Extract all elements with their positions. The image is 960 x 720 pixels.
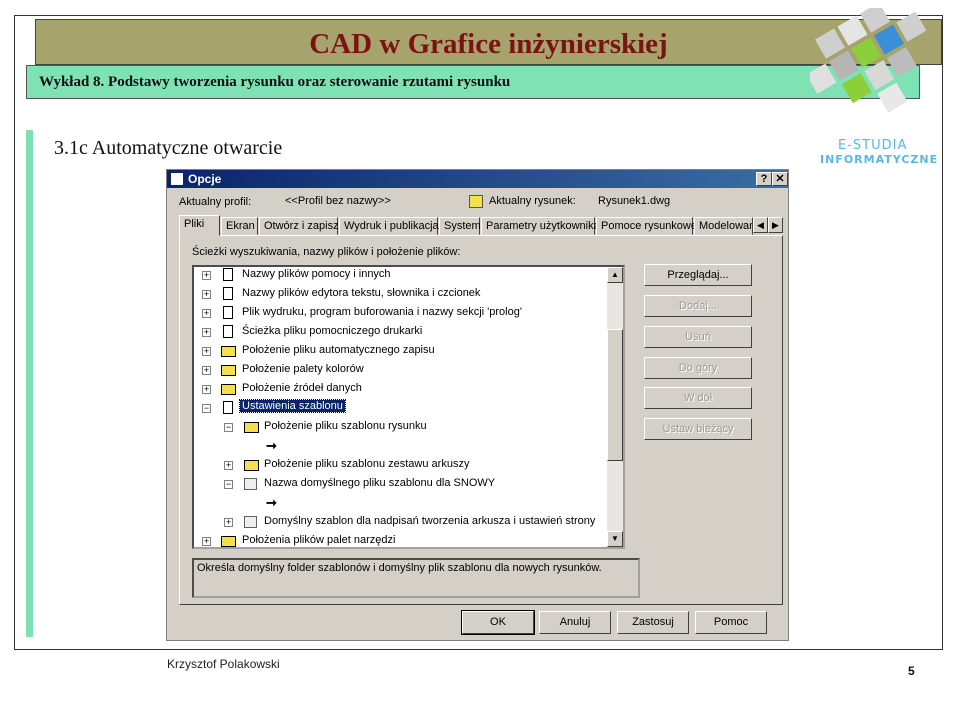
folder-icon	[221, 536, 236, 547]
tree-item-label: Ścieżka pliku pomocniczego drukarki	[242, 325, 423, 337]
expand-icon[interactable]: +	[202, 366, 211, 375]
tree-item-label: Położenie pliku szablonu rysunku	[264, 420, 427, 432]
arrow-right-icon: ➞	[266, 438, 277, 453]
dialog-titlebar: Opcje ? ✕	[167, 170, 788, 188]
dialog-help-button[interactable]: Pomoc	[695, 611, 767, 634]
expand-icon[interactable]: +	[202, 328, 211, 337]
tab-ekran[interactable]: Ekran	[221, 217, 258, 235]
description-box: Określa domyślny folder szablonów i domy…	[192, 558, 640, 598]
ok-button[interactable]: OK	[461, 610, 535, 635]
drawing-label: Aktualny rysunek:	[489, 195, 576, 207]
close-button[interactable]: ✕	[772, 172, 788, 186]
tab-pomoce[interactable]: Pomoce rysunkowe	[596, 217, 697, 235]
options-dialog: Opcje ? ✕ Aktualny profil: <<Profil bez …	[166, 169, 789, 641]
tab-modelowanie[interactable]: Modelowan	[694, 217, 753, 235]
expand-icon[interactable]: +	[202, 347, 211, 356]
tab-wydruk[interactable]: Wydruk i publikacja	[339, 217, 439, 235]
template-settings-icon	[223, 401, 233, 414]
dialog-title: Opcje	[188, 172, 222, 186]
title-banner: CAD w Grafice inżynierskiej	[35, 19, 942, 65]
tab-system[interactable]: System	[439, 217, 481, 235]
tree-item-label: Położenia plików palet narzędzi	[242, 534, 396, 546]
dwt-file-icon	[244, 516, 257, 528]
tree-item-label: Nazwa domyślnego pliku szablonu dla SNOW…	[264, 477, 496, 489]
paths-label: Ścieżki wyszukiwania, nazwy plików i poł…	[192, 246, 461, 258]
expand-icon[interactable]: +	[202, 271, 211, 280]
remove-button[interactable]: Usuń	[644, 326, 752, 348]
drawing-value: Rysunek1.dwg	[598, 195, 671, 207]
tab-panel-pliki: Ścieżki wyszukiwania, nazwy plików i poł…	[179, 235, 783, 605]
tree-item-label: Nazwy plików pomocy i innych	[242, 268, 391, 280]
collapse-icon[interactable]: −	[202, 404, 211, 413]
left-accent-strip	[26, 130, 33, 637]
tree-item-label: Plik wydruku, program buforowania i nazw…	[242, 306, 522, 318]
add-button[interactable]: Dodaj...	[644, 295, 752, 317]
scroll-down-icon[interactable]: ▼	[607, 531, 623, 547]
paths-tree[interactable]: + Nazwy plików pomocy i innych + Nazwy p…	[192, 265, 625, 549]
file-icon	[223, 268, 233, 281]
collapse-icon[interactable]: −	[224, 423, 233, 432]
file-icon	[223, 287, 233, 300]
tab-pliki[interactable]: Pliki	[179, 215, 220, 236]
tree-item-label: Położenie palety kolorów	[242, 363, 364, 375]
arrow-right-icon: ➞	[266, 495, 277, 510]
app-icon	[170, 172, 184, 186]
tree-item-label: Domyślny szablon dla nadpisań tworzenia …	[264, 515, 596, 527]
slide-title: CAD w Grafice inżynierskiej	[309, 28, 668, 60]
help-button[interactable]: ?	[756, 172, 772, 186]
dwt-file-icon	[244, 478, 257, 490]
scroll-up-icon[interactable]: ▲	[607, 267, 623, 283]
slide-subtitle: Wykład 8. Podstawy tworzenia rysunku ora…	[39, 74, 511, 90]
scroll-thumb[interactable]	[607, 329, 623, 461]
browse-button[interactable]: Przeglądaj...	[644, 264, 752, 286]
file-icon	[223, 306, 233, 319]
tree-item-label: Położenie pliku szablonu zestawu arkuszy	[264, 458, 470, 470]
e-studia-logo	[810, 8, 927, 113]
tab-otworz-i-zapisz[interactable]: Otwórz i zapisz	[259, 217, 339, 235]
file-icon	[223, 325, 233, 338]
collapse-icon[interactable]: −	[224, 480, 233, 489]
tree-item-label: Nazwy plików edytora tekstu, słownika i …	[242, 287, 481, 299]
tab-scroll-left-icon[interactable]: ◀	[753, 217, 768, 233]
tree-item-label: Położenie pliku automatycznego zapisu	[242, 344, 435, 356]
tab-strip: Pliki Ekran Otwórz i zapisz Wydruk i pub…	[179, 215, 783, 236]
folder-icon	[244, 460, 259, 471]
drawing-icon	[469, 195, 483, 208]
move-up-button[interactable]: Do góry	[644, 357, 752, 379]
logo-text-bottom: INFORMATYCZNE	[820, 153, 939, 166]
expand-icon[interactable]: +	[202, 537, 211, 546]
expand-icon[interactable]: +	[224, 518, 233, 527]
expand-icon[interactable]: +	[224, 461, 233, 470]
footer-author: Krzysztof Polakowski	[167, 657, 280, 671]
tree-item-label: Położenie źródeł danych	[242, 382, 362, 394]
tree-item-label: Ustawienia szablonu	[239, 399, 346, 413]
folder-icon	[221, 384, 236, 395]
tab-scroll-right-icon[interactable]: ▶	[768, 217, 783, 233]
expand-icon[interactable]: +	[202, 385, 211, 394]
logo-text-top: E-STUDIA	[838, 138, 908, 153]
section-heading: 3.1c Automatyczne otwarcie	[54, 137, 283, 159]
folder-icon	[221, 346, 236, 357]
folder-icon	[221, 365, 236, 376]
expand-icon[interactable]: +	[202, 309, 211, 318]
expand-icon[interactable]: +	[202, 290, 211, 299]
set-current-button[interactable]: Ustaw bieżący	[644, 418, 752, 440]
folder-icon	[244, 422, 259, 433]
tree-scrollbar[interactable]: ▲ ▼	[607, 267, 623, 547]
profile-value: <<Profil bez nazwy>>	[285, 195, 391, 207]
subtitle-banner: Wykład 8. Podstawy tworzenia rysunku ora…	[26, 65, 920, 99]
apply-button[interactable]: Zastosuj	[617, 611, 689, 634]
profile-row: Aktualny profil: <<Profil bez nazwy>> Ak…	[179, 195, 779, 211]
profile-label: Aktualny profil:	[179, 196, 252, 208]
page-number: 5	[908, 664, 915, 678]
tab-parametry[interactable]: Parametry użytkownika	[481, 217, 600, 235]
move-down-button[interactable]: W dół	[644, 387, 752, 409]
cancel-button[interactable]: Anuluj	[539, 611, 611, 634]
